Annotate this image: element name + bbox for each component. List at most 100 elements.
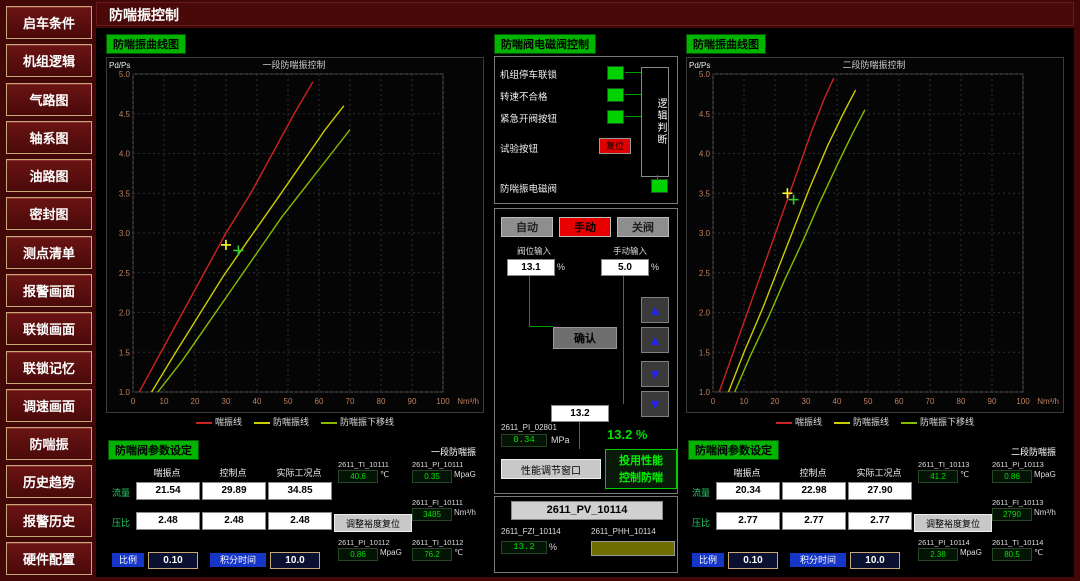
sidebar-item-oil-path[interactable]: 油路图 bbox=[6, 159, 92, 192]
ratio-surge-cell[interactable]: 2.48 bbox=[136, 512, 200, 530]
col-surge-point: 喘振点 bbox=[716, 466, 778, 479]
legend-label: 防喘振下移线 bbox=[920, 417, 974, 427]
stage2-chart-tag: 防喘振曲线图 bbox=[686, 34, 766, 54]
flow-control-cell[interactable]: 29.89 bbox=[202, 482, 266, 500]
sidebar-item-shaft-diagram[interactable]: 轴系图 bbox=[6, 121, 92, 154]
sidebar-item-history-trend[interactable]: 历史趋势 bbox=[6, 465, 92, 498]
pv-box: 2611_PV_10114 2611_FZI_10114 13.2 % 2611… bbox=[494, 496, 678, 573]
stage2-chart: 01020304050607080901001.01.52.02.53.03.5… bbox=[686, 57, 1064, 413]
sensor-unit: Nm³/h bbox=[454, 508, 476, 517]
stage1-chart: 01020304050607080901001.01.52.02.53.03.5… bbox=[106, 57, 484, 413]
legend-label: 防喘振下移线 bbox=[340, 417, 394, 427]
stage2-chart-panel: 防喘振曲线图 01020304050607080901001.01.52.02.… bbox=[686, 34, 1064, 436]
sidebar-item-seal-diagram[interactable]: 密封图 bbox=[6, 197, 92, 230]
legend-item: 喘振线 bbox=[776, 415, 822, 428]
sensor-value: 41.2 bbox=[918, 470, 958, 483]
flow-control-cell[interactable]: 22.98 bbox=[782, 482, 846, 500]
app-root: 启车条件 机组逻辑 气路图 轴系图 油路图 密封图 测点清单 报警画面 联锁画面… bbox=[0, 0, 1080, 581]
integral-time-value[interactable]: 10.0 bbox=[850, 552, 900, 569]
sensor-unit: MpaG bbox=[380, 548, 402, 557]
svg-text:20: 20 bbox=[771, 397, 780, 406]
connector-line bbox=[657, 175, 658, 181]
legend-label: 防喘振线 bbox=[273, 417, 309, 427]
sidebar-item-alarm-screen[interactable]: 报警画面 bbox=[6, 274, 92, 307]
ratio-control-cell[interactable]: 2.48 bbox=[202, 512, 266, 530]
sensor-value: 2.38 bbox=[918, 548, 958, 561]
sensor-value: 0.35 bbox=[412, 470, 452, 483]
svg-text:0: 0 bbox=[711, 397, 716, 406]
proportional-value[interactable]: 0.10 bbox=[148, 552, 198, 569]
auto-mode-button[interactable]: 自动 bbox=[501, 217, 553, 237]
margin-reset-button[interactable]: 调整裕度复位 bbox=[914, 514, 992, 532]
increment-small-button[interactable]: ▲ bbox=[641, 327, 669, 353]
fzi-tag-label: 2611_FZI_10114 bbox=[501, 527, 561, 536]
output-value-box[interactable]: 13.2 bbox=[551, 405, 609, 422]
test-reset-button[interactable]: 复位 bbox=[599, 138, 631, 154]
svg-text:100: 100 bbox=[436, 397, 450, 406]
svg-text:10: 10 bbox=[740, 397, 749, 406]
sensor-label: 2611_TI_10113 bbox=[918, 460, 990, 469]
sidebar-item-speed-screen[interactable]: 调速画面 bbox=[6, 389, 92, 422]
surge-line-swatch bbox=[196, 422, 212, 424]
manual-input[interactable]: 5.0 bbox=[601, 259, 649, 276]
sensor-pi-10111: 2611_PI_10111 0.35MpaG bbox=[412, 460, 484, 482]
sensor-label: 2611_PI_10113 bbox=[992, 460, 1064, 469]
svg-text:1.5: 1.5 bbox=[119, 348, 131, 357]
svg-text:5.0: 5.0 bbox=[699, 70, 711, 79]
test-button-label: 试验按钮 bbox=[500, 141, 538, 155]
close-valve-mode-button[interactable]: 关阀 bbox=[617, 217, 669, 237]
valve-position-input[interactable]: 13.1 bbox=[507, 259, 555, 276]
sidebar-item-anti-surge[interactable]: 防喘振 bbox=[6, 427, 92, 460]
svg-text:3.5: 3.5 bbox=[699, 189, 711, 198]
page-title: 防喘振控制 bbox=[96, 2, 1074, 26]
sidebar-item-start-conditions[interactable]: 启车条件 bbox=[6, 6, 92, 39]
legend-label: 喘振线 bbox=[215, 417, 242, 427]
fzi-value: 13.2 bbox=[501, 541, 547, 554]
sensor-label: 2611_FI_10113 bbox=[992, 498, 1064, 507]
margin-reset-button[interactable]: 调整裕度复位 bbox=[334, 514, 412, 532]
increment-large-button[interactable]: ▲ bbox=[641, 297, 669, 323]
svg-text:二段防喘振控制: 二段防喘振控制 bbox=[842, 59, 905, 70]
svg-text:3.5: 3.5 bbox=[119, 189, 131, 198]
legend-item: 防喘振下移线 bbox=[901, 415, 974, 428]
speed-fail-label: 转速不合格 bbox=[500, 89, 548, 103]
enable-performance-button[interactable]: 投用性能 控制防喘 bbox=[605, 449, 677, 489]
sidebar-item-gas-path[interactable]: 气路图 bbox=[6, 83, 92, 116]
svg-text:90: 90 bbox=[408, 397, 417, 406]
sidebar-item-interlock-screen[interactable]: 联锁画面 bbox=[6, 312, 92, 345]
performance-window-button[interactable]: 性能调节窗口 bbox=[501, 459, 601, 479]
pv-tag-bar: 2611_PV_10114 bbox=[511, 501, 663, 520]
integral-time-value[interactable]: 10.0 bbox=[270, 552, 320, 569]
stage1-chart-legend: 喘振线 防喘振线 防喘振下移线 bbox=[106, 415, 484, 428]
ratio-row-label: 压比 bbox=[112, 516, 130, 529]
sidebar-item-alarm-history[interactable]: 报警历史 bbox=[6, 504, 92, 537]
flow-surge-cell[interactable]: 21.54 bbox=[136, 482, 200, 500]
svg-text:2.5: 2.5 bbox=[699, 269, 711, 278]
sidebar-item-unit-logic[interactable]: 机组逻辑 bbox=[6, 44, 92, 77]
manual-mode-button[interactable]: 手动 bbox=[559, 217, 611, 237]
col-actual-point: 实际工况点 bbox=[268, 466, 330, 479]
flow-surge-cell[interactable]: 20.34 bbox=[716, 482, 780, 500]
sidebar-item-hardware-config[interactable]: 硬件配置 bbox=[6, 542, 92, 575]
decrement-large-button[interactable]: ▼ bbox=[641, 391, 669, 417]
ratio-surge-cell[interactable]: 2.77 bbox=[716, 512, 780, 530]
main-content: 防喘振曲线图 01020304050607080901001.01.52.02.… bbox=[96, 28, 1074, 577]
ratio-control-cell[interactable]: 2.77 bbox=[782, 512, 846, 530]
svg-text:一段防喘振控制: 一段防喘振控制 bbox=[262, 59, 325, 70]
decrement-small-button[interactable]: ▼ bbox=[641, 361, 669, 387]
sidebar-item-interlock-memory[interactable]: 联锁记忆 bbox=[6, 351, 92, 384]
svg-text:1.5: 1.5 bbox=[699, 348, 711, 357]
sensor-value: 0.86 bbox=[992, 470, 1032, 483]
sidebar-item-point-list[interactable]: 测点清单 bbox=[6, 236, 92, 269]
proportional-value[interactable]: 0.10 bbox=[728, 552, 778, 569]
sensor-pi-10112: 2611_PI_10112 0.86MpaG bbox=[338, 538, 410, 560]
flow-row-label: 流量 bbox=[112, 486, 130, 499]
interlock-indicator bbox=[607, 66, 624, 80]
sensor-pi-10113: 2611_PI_10113 0.86MpaG bbox=[992, 460, 1064, 482]
sensor-value: 80.5 bbox=[992, 548, 1032, 561]
svg-text:30: 30 bbox=[802, 397, 811, 406]
control-line-swatch bbox=[834, 422, 850, 424]
sensor-ti-10113: 2611_TI_10113 41.2℃ bbox=[918, 460, 990, 482]
connector-line bbox=[625, 94, 641, 95]
confirm-button[interactable]: 确认 bbox=[553, 327, 617, 349]
